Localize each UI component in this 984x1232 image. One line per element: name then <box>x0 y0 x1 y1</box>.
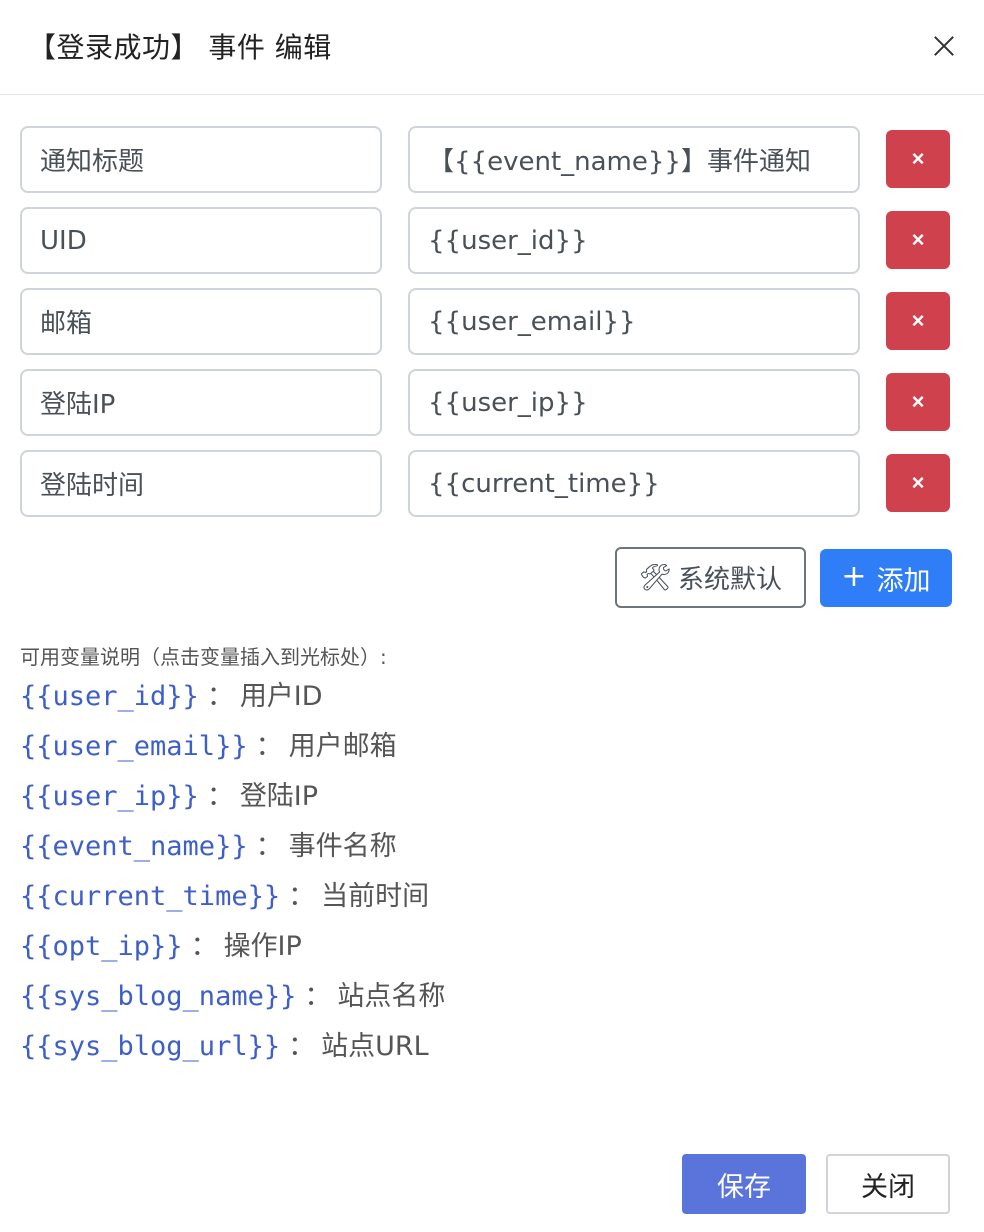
variable-item: {{opt_ip}}：操作IP <box>20 929 302 965</box>
variable-separator: ： <box>206 781 234 812</box>
add-label: 添加 <box>876 565 931 597</box>
variable-separator: ： <box>255 731 283 762</box>
variable-code[interactable]: {{user_ip}} <box>20 781 199 812</box>
variable-desc: 登陆IP <box>239 781 319 812</box>
field-value-input[interactable] <box>408 288 860 355</box>
variable-item: {{user_ip}}：登陆IP <box>20 779 318 815</box>
close-icon: × <box>911 308 925 333</box>
tools-icon: 🛠 <box>638 562 672 593</box>
variable-separator: ： <box>206 681 234 712</box>
delete-row-button[interactable]: × <box>886 130 950 188</box>
variable-desc: 用户ID <box>239 681 323 712</box>
add-button[interactable]: + 添加 <box>820 549 952 607</box>
close-icon: × <box>911 470 925 495</box>
field-key-input[interactable] <box>20 126 382 193</box>
variable-desc: 事件名称 <box>288 831 397 862</box>
field-value-input[interactable] <box>408 450 860 517</box>
variable-desc: 站点URL <box>321 1031 429 1062</box>
variable-desc: 操作IP <box>223 931 302 962</box>
variable-separator: ： <box>255 831 283 862</box>
system-default-label: 系统默认 <box>678 565 783 595</box>
close-icon: × <box>911 389 925 414</box>
variable-code[interactable]: {{user_id}} <box>20 681 199 712</box>
field-key-input[interactable] <box>20 288 382 355</box>
field-key-input[interactable] <box>20 207 382 274</box>
variable-desc: 当前时间 <box>321 881 430 912</box>
variable-item: {{current_time}} ：当前时间 <box>20 879 429 915</box>
field-row: × <box>0 450 984 517</box>
field-value-input[interactable] <box>408 369 860 436</box>
variable-item: {{user_email}}：用户邮箱 <box>20 729 397 765</box>
dialog-title: 【登录成功】 事件 编辑 <box>28 31 332 64</box>
field-key-input[interactable] <box>20 369 382 436</box>
close-icon[interactable] <box>928 30 960 62</box>
close-icon: × <box>911 227 925 252</box>
variable-code[interactable]: {{user_email}} <box>20 731 248 762</box>
variable-separator: ： <box>304 981 332 1012</box>
field-value-input[interactable] <box>408 126 860 193</box>
variable-desc: 站点名称 <box>337 981 446 1012</box>
delete-row-button[interactable]: × <box>886 211 950 269</box>
variable-item: {{sys_blog_name}} ：站点名称 <box>20 979 445 1015</box>
variable-separator: ： <box>288 1031 316 1062</box>
delete-row-button[interactable]: × <box>886 373 950 431</box>
variable-code[interactable]: {{current_time}} <box>20 881 280 912</box>
variable-item: {{event_name}}：事件名称 <box>20 829 397 865</box>
field-key-input[interactable] <box>20 450 382 517</box>
field-row: × <box>0 288 984 355</box>
variable-code[interactable]: {{sys_blog_url}} <box>20 1031 280 1062</box>
variable-item: {{sys_blog_url}} ：站点URL <box>20 1029 429 1065</box>
save-button[interactable]: 保存 <box>682 1154 806 1214</box>
system-default-button[interactable]: 🛠 系统默认 <box>615 547 806 608</box>
delete-row-button[interactable]: × <box>886 292 950 350</box>
field-row: × <box>0 126 984 193</box>
variable-separator: ： <box>288 881 316 912</box>
variables-help-title: 可用变量说明（点击变量插入到光标处）: <box>20 645 387 669</box>
variable-code[interactable]: {{opt_ip}} <box>20 931 183 962</box>
field-row: × <box>0 207 984 274</box>
plus-icon: + <box>841 558 867 594</box>
variable-code[interactable]: {{sys_blog_name}} <box>20 981 296 1012</box>
variable-desc: 用户邮箱 <box>288 731 397 762</box>
delete-row-button[interactable]: × <box>886 454 950 512</box>
dialog-header: 【登录成功】 事件 编辑 <box>0 0 984 95</box>
field-row: × <box>0 369 984 436</box>
close-icon: × <box>911 146 925 171</box>
field-value-input[interactable] <box>408 207 860 274</box>
close-button[interactable]: 关闭 <box>826 1154 950 1214</box>
variable-code[interactable]: {{event_name}} <box>20 831 248 862</box>
variable-separator: ： <box>190 931 218 962</box>
variable-item: {{user_id}}：用户ID <box>20 679 323 715</box>
